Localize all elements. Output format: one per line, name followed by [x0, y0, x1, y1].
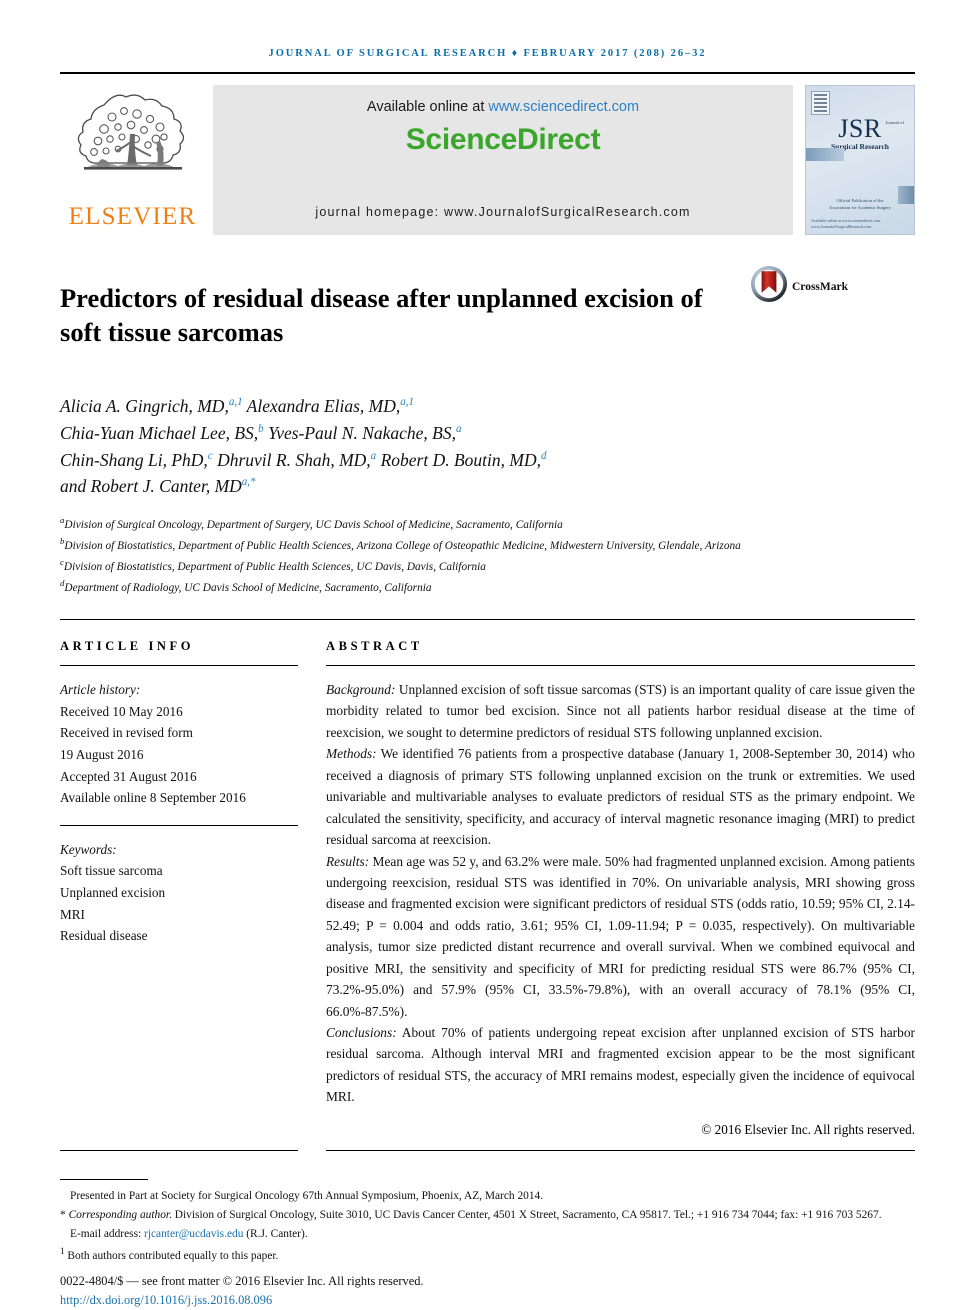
article-history-item: Accepted 31 August 2016 — [60, 768, 197, 784]
article-history-block: Article history: Received 10 May 2016 Rec… — [60, 679, 298, 809]
email-link[interactable]: rjcanter@ucdavis.edu — [144, 1228, 243, 1240]
body-columns: ARTICLE INFO Article history: Received 1… — [60, 639, 915, 1138]
front-matter-block: 0022-4804/$ — see front matter © 2016 El… — [60, 1272, 915, 1310]
article-info-rule — [60, 665, 298, 666]
crossmark-icon — [750, 265, 788, 308]
footnotes: Presented in Part at Society for Surgica… — [60, 1178, 915, 1310]
column-gutter — [298, 639, 326, 1138]
sciencedirect-logo: ScienceDirect — [405, 123, 601, 156]
cover-foot-line1: Available online at www.sciencedirect.co… — [811, 218, 881, 223]
sciencedirect-link[interactable]: www.sciencedirect.com — [488, 99, 639, 115]
keyword-item: Unplanned excision — [60, 885, 166, 901]
sciencedirect-banner: Available online at www.sciencedirect.co… — [213, 85, 793, 235]
affiliation-item: dDepartment of Radiology, UC Davis Schoo… — [60, 577, 432, 594]
abstract-section: Results: Mean age was 52 y, and 63.2% we… — [326, 853, 915, 1019]
email-suffix: (R.J. Canter). — [243, 1227, 308, 1240]
abstract-section-label: Conclusions: — [326, 1025, 397, 1040]
abstract-heading: ABSTRACT — [326, 639, 423, 653]
article-history-label: Article history: — [60, 682, 141, 697]
article-page: Journal of Surgical Research ♦ February … — [0, 0, 975, 1307]
journal-homepage-line: journal homepage: www.JournalofSurgicalR… — [315, 205, 691, 219]
available-online-line: Available online at www.sciencedirect.co… — [367, 99, 639, 115]
affiliation-marker: c — [60, 556, 64, 567]
article-history-items: Received 10 May 2016 Received in revised … — [60, 701, 298, 809]
article-history-item: Received in revised form — [60, 725, 193, 741]
affiliation-marker: d — [60, 577, 65, 588]
cover-footer: Available online at www.sciencedirect.co… — [811, 218, 880, 230]
affiliation-marker: b — [60, 535, 65, 546]
email-label: E-mail address: — [70, 1227, 145, 1240]
keywords-block: Keywords: Soft tissue sarcoma Unplanned e… — [60, 839, 298, 947]
bottom-rule-left — [60, 1149, 298, 1151]
cover-barcode-icon — [811, 91, 830, 115]
footnote-equal-text: Both authors contributed equally to this… — [64, 1249, 279, 1262]
header-divider — [60, 72, 915, 74]
abstract-section-label: Results: — [326, 853, 370, 869]
masthead: ELSEVIER Available online at www.science… — [60, 85, 915, 235]
keyword-item: Soft tissue sarcoma — [60, 863, 163, 879]
bottom-rule-right — [326, 1149, 915, 1151]
affiliation-item: aDivision of Surgical Oncology, Departme… — [60, 514, 563, 531]
abstract-section: Conclusions: About 70% of patients under… — [326, 1025, 915, 1105]
footnote-presented: Presented in Part at Society for Surgica… — [70, 1189, 544, 1202]
page-title: Predictors of residual disease after unp… — [60, 282, 703, 348]
article-history-item: 19 August 2016 — [60, 746, 144, 762]
cover-decor-bar-left — [806, 148, 844, 161]
cover-foot-line2: www.JournalofSurgicalResearch.com — [811, 224, 872, 229]
article-history-item: Available online 8 September 2016 — [60, 790, 246, 806]
abstract-section: Methods: We identified 76 patients from … — [326, 746, 915, 848]
footnote-corresponding-italic: Corresponding author. — [68, 1208, 172, 1221]
keyword-item: MRI — [60, 906, 85, 922]
article-info-heading: ARTICLE INFO — [60, 639, 195, 653]
bottom-rules — [60, 1149, 915, 1151]
abstract-body: Background: Unplanned excision of soft t… — [326, 679, 915, 1108]
copyright-line: © 2016 Elsevier Inc. All rights reserved… — [701, 1121, 915, 1137]
cover-note-line2: Association for Academic Surgery — [828, 204, 892, 210]
affiliation-marker: a — [60, 514, 65, 525]
affiliation-divider — [60, 619, 915, 620]
article-info-column: ARTICLE INFO Article history: Received 1… — [60, 639, 298, 1138]
abstract-section-label: Background: — [326, 682, 396, 697]
footnote-corresponding-marker: * — [60, 1208, 66, 1221]
elsevier-tree-icon — [74, 89, 192, 201]
bottom-rule-gutter — [298, 1150, 326, 1151]
article-history-item: Received 10 May 2016 — [60, 703, 183, 719]
affiliation-list: aDivision of Surgical Oncology, Departme… — [60, 513, 915, 597]
footnote-equal-contribution: 1 Both authors contributed equally to th… — [60, 1244, 915, 1265]
keywords-label: Keywords: — [60, 841, 117, 857]
crossmark-label: CrossMark — [792, 280, 849, 293]
front-matter-line: 0022-4804/$ — see front matter © 2016 El… — [60, 1273, 424, 1288]
cover-note: Official Publication of the Association … — [806, 198, 914, 212]
elsevier-logo: ELSEVIER — [60, 85, 205, 235]
available-online-text: Available online at — [366, 99, 489, 115]
abstract-section-label: Methods: — [326, 746, 377, 762]
footnote-divider — [60, 1178, 148, 1180]
footnote-corresponding-text: Division of Surgical Oncology, Suite 301… — [171, 1208, 882, 1221]
cover-acronym: JSR — [838, 114, 882, 143]
crossmark-badge[interactable]: CrossMark — [750, 265, 848, 308]
running-head: Journal of Surgical Research ♦ February … — [268, 48, 707, 59]
keywords-rule — [60, 824, 298, 826]
keyword-items: Soft tissue sarcoma Unplanned excision MRI… — [60, 860, 298, 947]
abstract-rule — [326, 665, 915, 666]
journal-cover-thumbnail: JSR Surgical Research Journal of Officia… — [805, 85, 915, 235]
cover-note-line1: Official Publication of the — [836, 198, 884, 203]
author-list: Alicia A. Gingrich, MD,a,1 Alexandra Eli… — [60, 396, 547, 497]
elsevier-wordmark: ELSEVIER — [68, 203, 197, 230]
footnote-email: E-mail address: rjcanter@ucdavis.edu (R.… — [60, 1225, 915, 1243]
abstract-column: ABSTRACT Background: Unplanned excision … — [326, 639, 915, 1138]
abstract-section: Background: Unplanned excision of soft t… — [326, 682, 915, 740]
affiliation-item: bDivision of Biostatistics, Department o… — [60, 535, 741, 552]
keyword-item: Residual disease — [60, 928, 148, 944]
affiliation-item: cDivision of Biostatistics, Department o… — [60, 556, 486, 573]
title-row: Predictors of residual disease after unp… — [60, 263, 915, 367]
cover-journal-of: Journal of — [885, 120, 905, 125]
footnote-corresponding: * Corresponding author. Division of Surg… — [60, 1206, 915, 1224]
